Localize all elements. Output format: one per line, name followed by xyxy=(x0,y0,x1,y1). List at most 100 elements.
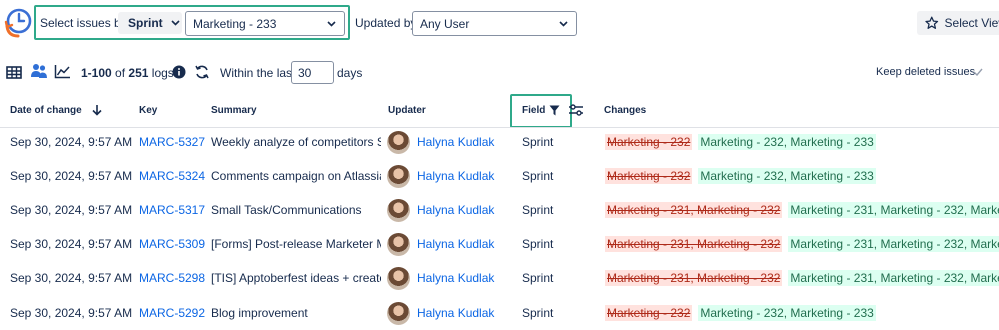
changes-cell: Marketing - 232 Marketing - 232, Marketin… xyxy=(605,125,999,159)
issue-key-link[interactable]: MARC-5327 xyxy=(139,125,207,159)
removed-value: Marketing - 231, Marketing - 232 xyxy=(605,202,783,218)
column-header-summary[interactable]: Summary xyxy=(211,105,257,116)
table-row[interactable]: Sep 30, 2024, 9:57 AM MARC-5298 [TIS] Appt… xyxy=(0,261,999,295)
avatar xyxy=(387,198,410,222)
issue-key-link[interactable]: MARC-5298 xyxy=(139,261,207,295)
logs-of-label: of xyxy=(115,66,126,80)
logs-total: 251 xyxy=(128,66,149,80)
app-logo-icon xyxy=(4,6,34,40)
arrow-down-icon xyxy=(92,105,102,116)
issue-summary[interactable]: [Forms] Post-release Marketer M… xyxy=(211,227,381,261)
issue-key-link[interactable]: MARC-5317 xyxy=(139,193,207,227)
select-mode-label: Sprint xyxy=(128,16,163,30)
updater-cell[interactable]: Halyna Kudlak xyxy=(387,227,507,261)
changes-cell: Marketing - 231, Marketing - 232 Marketin… xyxy=(605,261,999,295)
issue-key-link[interactable]: MARC-5309 xyxy=(139,227,207,261)
updater-name: Halyna Kudlak xyxy=(417,271,495,285)
issue-key-link[interactable]: MARC-5324 xyxy=(139,159,207,193)
updater-cell[interactable]: Halyna Kudlak xyxy=(387,159,507,193)
logs-suffix-label: logs xyxy=(151,66,174,80)
issue-summary[interactable]: Weekly analyze of competitors SLA xyxy=(211,125,381,159)
users-view-icon[interactable] xyxy=(30,63,48,79)
column-header-changes[interactable]: Changes xyxy=(604,105,646,116)
updater-cell[interactable]: Halyna Kudlak xyxy=(387,193,507,227)
removed-value: Marketing - 232 xyxy=(605,305,693,321)
column-settings-icon[interactable] xyxy=(568,102,584,118)
table-row[interactable]: Sep 30, 2024, 9:57 AM MARC-5309 [Forms] Po… xyxy=(0,227,999,261)
field-name: Sprint xyxy=(522,306,554,320)
updater-name: Halyna Kudlak xyxy=(417,203,495,217)
issue-summary[interactable]: Small Task/Communications xyxy=(211,193,381,227)
updater-name: Halyna Kudlak xyxy=(417,306,495,320)
avatar xyxy=(387,266,410,290)
changes-cell: Marketing - 231, Marketing - 232 Marketin… xyxy=(605,227,999,261)
refresh-icon[interactable] xyxy=(194,64,210,80)
column-header-date-label: Date of change xyxy=(10,104,82,116)
added-value: Marketing - 231, Marketing - 232, Market… xyxy=(788,270,999,286)
sprint-select-value: Marketing - 233 xyxy=(193,16,277,31)
issue-summary[interactable]: [TIS] Apptoberfest ideas + create … xyxy=(211,261,381,295)
added-value: Marketing - 232, Marketing - 233 xyxy=(698,134,876,150)
logs-range: 1-100 xyxy=(81,66,112,80)
changes-cell: Marketing - 231, Marketing - 232 Marketin… xyxy=(605,193,999,227)
removed-value: Marketing - 231, Marketing - 232 xyxy=(605,236,783,252)
field-name: Sprint xyxy=(522,271,554,285)
keep-deleted-checkbox[interactable] xyxy=(972,66,984,78)
info-icon[interactable] xyxy=(172,65,186,79)
column-header-field[interactable]: Field xyxy=(522,105,545,116)
avatar xyxy=(387,301,410,325)
updater-cell[interactable]: Halyna Kudlak xyxy=(387,296,507,330)
within-label: Within the last: xyxy=(220,66,299,80)
changes-cell: Marketing - 232 Marketing - 232, Marketin… xyxy=(605,296,999,330)
issue-summary[interactable]: Blog improvement xyxy=(211,296,381,330)
change-date: Sep 30, 2024, 9:57 AM xyxy=(10,271,133,285)
avatar xyxy=(387,232,410,256)
select-view-button[interactable]: Select View xyxy=(917,11,999,35)
chart-view-icon[interactable] xyxy=(54,64,71,79)
removed-value: Marketing - 232 xyxy=(605,134,693,150)
field-name: Sprint xyxy=(522,135,554,149)
table-row[interactable]: Sep 30, 2024, 9:57 AM MARC-5324 Comments c… xyxy=(0,159,999,193)
updater-cell[interactable]: Halyna Kudlak xyxy=(387,125,507,159)
table-row[interactable]: Sep 30, 2024, 9:57 AM MARC-5317 Small Task… xyxy=(0,193,999,227)
select-mode-button[interactable]: Sprint xyxy=(118,12,182,34)
issue-summary[interactable]: Comments campaign on Atlassia… xyxy=(211,159,381,193)
within-unit-label: days xyxy=(337,66,363,80)
added-value: Marketing - 232, Marketing - 233 xyxy=(698,305,876,321)
updated-by-select[interactable]: Any User xyxy=(412,11,577,36)
change-date: Sep 30, 2024, 9:57 AM xyxy=(10,135,133,149)
filter-icon[interactable] xyxy=(548,104,560,116)
within-days-value: 30 xyxy=(298,65,312,80)
issue-key-link[interactable]: MARC-5292 xyxy=(139,296,207,330)
chevron-down-icon xyxy=(171,20,180,26)
change-date: Sep 30, 2024, 9:57 AM xyxy=(10,237,133,251)
updater-name: Halyna Kudlak xyxy=(417,135,495,149)
select-view-label: Select View xyxy=(944,16,999,30)
change-date: Sep 30, 2024, 9:57 AM xyxy=(10,203,133,217)
column-header-key[interactable]: Key xyxy=(139,105,157,116)
change-date: Sep 30, 2024, 9:57 AM xyxy=(10,169,133,183)
avatar xyxy=(387,130,410,154)
added-value: Marketing - 231, Marketing - 232, Market… xyxy=(788,202,999,218)
column-header-updater[interactable]: Updater xyxy=(388,105,426,116)
added-value: Marketing - 231, Marketing - 232, Market… xyxy=(788,236,999,252)
sprint-select[interactable]: Marketing - 233 xyxy=(185,11,345,36)
removed-value: Marketing - 232 xyxy=(605,168,693,184)
column-header-date[interactable]: Date of change xyxy=(10,104,102,116)
logs-count: 1-100 of 251 logs xyxy=(81,66,174,80)
within-days-input[interactable]: 30 xyxy=(291,61,334,84)
updater-cell[interactable]: Halyna Kudlak xyxy=(387,261,507,295)
table-view-icon[interactable] xyxy=(6,65,22,79)
updater-name: Halyna Kudlak xyxy=(417,237,495,251)
star-icon xyxy=(925,16,939,29)
table-row[interactable]: Sep 30, 2024, 9:57 AM MARC-5292 Blog impro… xyxy=(0,296,999,330)
keep-deleted-label: Keep deleted issues xyxy=(876,66,976,78)
added-value: Marketing - 232, Marketing - 233 xyxy=(698,168,876,184)
chevron-down-icon xyxy=(559,20,568,27)
table-row[interactable]: Sep 30, 2024, 9:57 AM MARC-5327 Weekly ana… xyxy=(0,125,999,159)
avatar xyxy=(387,164,410,188)
updater-name: Halyna Kudlak xyxy=(417,169,495,183)
removed-value: Marketing - 231, Marketing - 232 xyxy=(605,270,783,286)
field-name: Sprint xyxy=(522,237,554,251)
updated-by-label: Updated by: xyxy=(355,16,420,30)
